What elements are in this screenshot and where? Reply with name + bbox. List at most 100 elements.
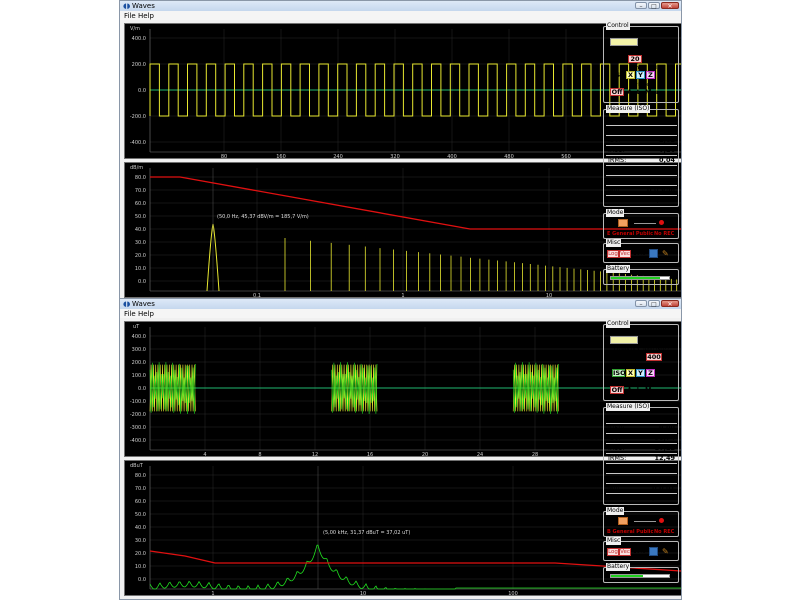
axis-option-y[interactable]: Y xyxy=(636,369,645,377)
rec-status: No REC xyxy=(654,529,675,535)
menu-file[interactable]: File xyxy=(124,310,136,318)
measure-value: 12,49 xyxy=(654,454,675,462)
axis-option-z[interactable]: Z xyxy=(646,369,655,377)
measure-value: 0,20 xyxy=(658,126,675,134)
log-toggle[interactable]: Log xyxy=(607,250,619,258)
x-tick-label: 320 xyxy=(390,154,400,160)
maximize-button[interactable]: □ xyxy=(648,2,660,10)
axis-option-x[interactable]: X xyxy=(626,71,635,79)
title-bar[interactable]: ◖◗ Waves – □ ✕ xyxy=(120,1,681,11)
axis-option-x[interactable]: X xyxy=(626,369,635,377)
control-title: Control xyxy=(606,22,630,30)
y-tick-label: 10.0 xyxy=(135,266,146,272)
run-mode-indicator xyxy=(610,336,638,344)
menu-help[interactable]: Help xyxy=(138,12,154,20)
save-icon[interactable] xyxy=(649,249,658,258)
side-panel: Control Run Mode STOP Frequency Span (kH… xyxy=(603,22,679,298)
measure-label: IB50: xyxy=(608,126,625,134)
time-plot: V/m 400.0 200.0 0.0 -200.0 -400.0 80 160… xyxy=(124,23,681,160)
freq-option-400[interactable]: 400 xyxy=(646,353,662,361)
menu-bar: File Help xyxy=(120,11,681,20)
mode-name: E General Public xyxy=(607,231,654,237)
measure-value: 50,2 Hz xyxy=(647,196,675,204)
window-title: Waves xyxy=(132,300,155,308)
save-icon[interactable] xyxy=(649,547,658,556)
y-tick-label: -400.0 xyxy=(130,438,146,444)
menu-help[interactable]: Help xyxy=(138,310,154,318)
maximize-button[interactable]: □ xyxy=(648,300,660,308)
freq-option-1[interactable]: 1 xyxy=(612,353,624,361)
freq-option-20[interactable]: 20 xyxy=(628,55,642,63)
y-unit-label: dB/m xyxy=(130,165,143,171)
x-tick-label: 12 xyxy=(312,452,318,458)
tools-icon[interactable]: ✎ xyxy=(662,547,671,556)
y-tick-labels: 80.0 70.0 60.0 50.0 40.0 30.0 20.0 10.0 … xyxy=(135,175,146,285)
y-tick-label: 20.0 xyxy=(135,253,146,259)
battery-title: Battery xyxy=(606,563,631,571)
measure-value: 78,08 uT xyxy=(643,464,675,472)
trigger-off[interactable]: Off xyxy=(610,88,624,96)
measure-value: 0,04 xyxy=(658,156,675,164)
trigger-man[interactable]: Man xyxy=(644,386,660,394)
axis-option-y[interactable]: Y xyxy=(636,71,645,79)
y-unit-label: V/m xyxy=(130,26,140,32)
record-icon[interactable] xyxy=(659,518,664,523)
misc-percent[interactable]: 10% xyxy=(633,549,645,555)
title-bar[interactable]: ◖◗ Waves – □ ✕ xyxy=(120,299,681,309)
y-tick-label: 100.0 xyxy=(132,373,146,379)
menu-bar: File Help xyxy=(120,309,681,318)
record-icon[interactable] xyxy=(659,220,664,225)
x-tick-label: 400 xyxy=(447,154,457,160)
freq-option-20[interactable]: 20 xyxy=(628,353,642,361)
measure-label: Min: xyxy=(608,484,622,492)
y-unit-label: dBuT xyxy=(130,463,144,469)
rec-status: No REC xyxy=(654,231,675,237)
minimize-button[interactable]: – xyxy=(635,2,647,10)
axis-option-z[interactable]: Z xyxy=(646,71,655,79)
close-button[interactable]: ✕ xyxy=(661,300,679,308)
trigger-man[interactable]: Man xyxy=(644,88,660,96)
measure-value: 198,0 V/m xyxy=(637,176,675,184)
x-tick-label: 100 xyxy=(508,591,518,597)
control-group: Control Run Mode STOP Frequency Span (kH… xyxy=(603,320,679,401)
measure-group: Measure (ISO) WP: 44,12 IB50: 9,09 IB8: 58,… xyxy=(603,403,679,505)
y-tick-label: 70.0 xyxy=(135,486,146,492)
misc-group: Misc Log Vec 10% ✎ xyxy=(603,537,679,561)
y-tick-labels: 400.0 200.0 0.0 -200.0 -400.0 xyxy=(130,36,146,146)
vec-toggle[interactable]: Vec xyxy=(619,548,631,556)
y-tick-label: -400.0 xyxy=(130,140,146,146)
y-tick-label: -200.0 xyxy=(130,114,146,120)
misc-percent[interactable]: 10% xyxy=(633,251,645,257)
measure-label: RMS: xyxy=(608,464,625,472)
axis-option-iso[interactable]: ISO xyxy=(612,71,626,79)
axis-option-iso[interactable]: ISO xyxy=(612,369,626,377)
measure-label: IRSS: xyxy=(608,444,625,452)
measure-value: 2,82 xyxy=(658,136,675,144)
minimize-button[interactable]: – xyxy=(635,300,647,308)
tools-icon[interactable]: ✎ xyxy=(662,249,671,258)
vec-toggle[interactable]: Vec xyxy=(619,250,631,258)
freq-option-400[interactable]: 400 xyxy=(646,55,662,63)
y-tick-label: 80.0 xyxy=(135,473,146,479)
battery-bar xyxy=(610,574,670,578)
trigger-auto[interactable]: Auto xyxy=(626,386,644,394)
y-tick-label: 400.0 xyxy=(132,36,146,42)
measure-value: 198,00 V/m xyxy=(633,166,675,174)
y-tick-label: 0.0 xyxy=(138,386,146,392)
user-mode-icon[interactable] xyxy=(618,517,628,525)
menu-file[interactable]: File xyxy=(124,12,136,20)
freq-option-1[interactable]: 1 xyxy=(612,55,624,63)
mode-separator xyxy=(634,223,656,224)
user-mode-icon[interactable] xyxy=(618,219,628,227)
battery-level-fill xyxy=(611,277,661,279)
stop-button[interactable]: STOP xyxy=(644,39,663,46)
x-tick-label: 4 xyxy=(203,452,206,458)
log-toggle[interactable]: Log xyxy=(607,548,619,556)
measure-value: 2,00 xyxy=(658,116,675,124)
measure-title: Measure (ISO) xyxy=(606,403,651,411)
stop-button[interactable]: STOP xyxy=(644,337,663,344)
trigger-off[interactable]: Off xyxy=(610,386,624,394)
close-button[interactable]: ✕ xyxy=(661,2,679,10)
y-tick-label: -300.0 xyxy=(130,425,146,431)
trigger-auto[interactable]: Auto xyxy=(626,88,644,96)
